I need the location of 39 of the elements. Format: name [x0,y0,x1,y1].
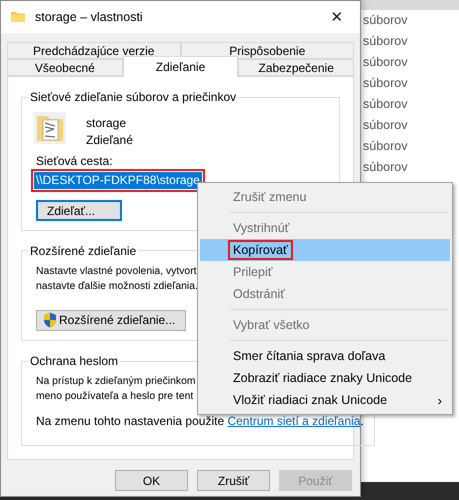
file-list-item[interactable]: súborov [361,115,459,136]
tab[interactable]: Všeobecné [7,59,123,76]
menu-item[interactable]: Kopírovať [200,239,450,261]
file-list-item[interactable]: súborov [361,136,459,157]
folder-name: storage [86,116,128,131]
dialog-button[interactable]: OK [115,470,188,491]
settings-note: Na zmenu tohto nastavenia použite Centrum sietí a zdieľania. [36,414,364,429]
network-path[interactable]: \\DESKTOP-FDKPF88\storage [34,172,202,189]
description-text: meno používateľa a heslo pre tent [36,390,194,404]
share-button[interactable]: Zdieľať... [36,200,122,221]
file-list-item[interactable]: súborov [361,73,459,94]
advanced-sharing-button[interactable]: Rozšírené zdieľanie... [36,310,186,331]
shield-icon [43,312,57,328]
tab[interactable]: Predchádzajúce verzie [7,42,180,59]
network-center-link[interactable]: Centrum sietí a zdieľania [227,414,360,428]
menu-item[interactable]: Smer čítania sprava doľava [200,345,450,367]
window-title: storage – vlastnosti [35,10,144,24]
folder-icon [10,9,26,25]
dialog-button[interactable]: Zrušiť [197,470,270,491]
menu-item[interactable]: Vložiť riadiaci znak Unicode › [200,389,450,411]
path-label: Sieťová cesta: [36,154,114,169]
close-button[interactable]: ✕ [314,1,360,33]
file-list-item[interactable]: súborov [361,10,459,31]
tab[interactable]: Prispôsobenie [180,42,354,59]
share-status: Zdieľané [86,133,133,148]
file-list-item[interactable]: súborov [361,157,459,178]
group-title: Sieťové zdieľanie súborov a priečinkov [29,90,238,104]
tab[interactable]: Zabezpečenie [238,59,354,76]
description-text: Na prístup k zdieľaným priečinkom [36,375,196,389]
file-list-item[interactable]: súborov [361,31,459,52]
file-list-item[interactable]: súborov [361,94,459,115]
file-list-item[interactable]: súborov [361,52,459,73]
tab[interactable]: Zdieľanie [122,56,238,77]
description-text: Nastavte vlastné povolenia, vytvort [36,264,197,279]
menu-item[interactable]: Zobraziť riadiace znaky Unicode [200,367,450,389]
description-text: nastavte ďalšie možnosti zdieľania. [36,280,198,294]
group-title: Ochrana heslom [29,354,120,368]
group-title: Rozšírené zdieľanie [29,244,138,258]
shared-folder-icon [34,112,66,144]
